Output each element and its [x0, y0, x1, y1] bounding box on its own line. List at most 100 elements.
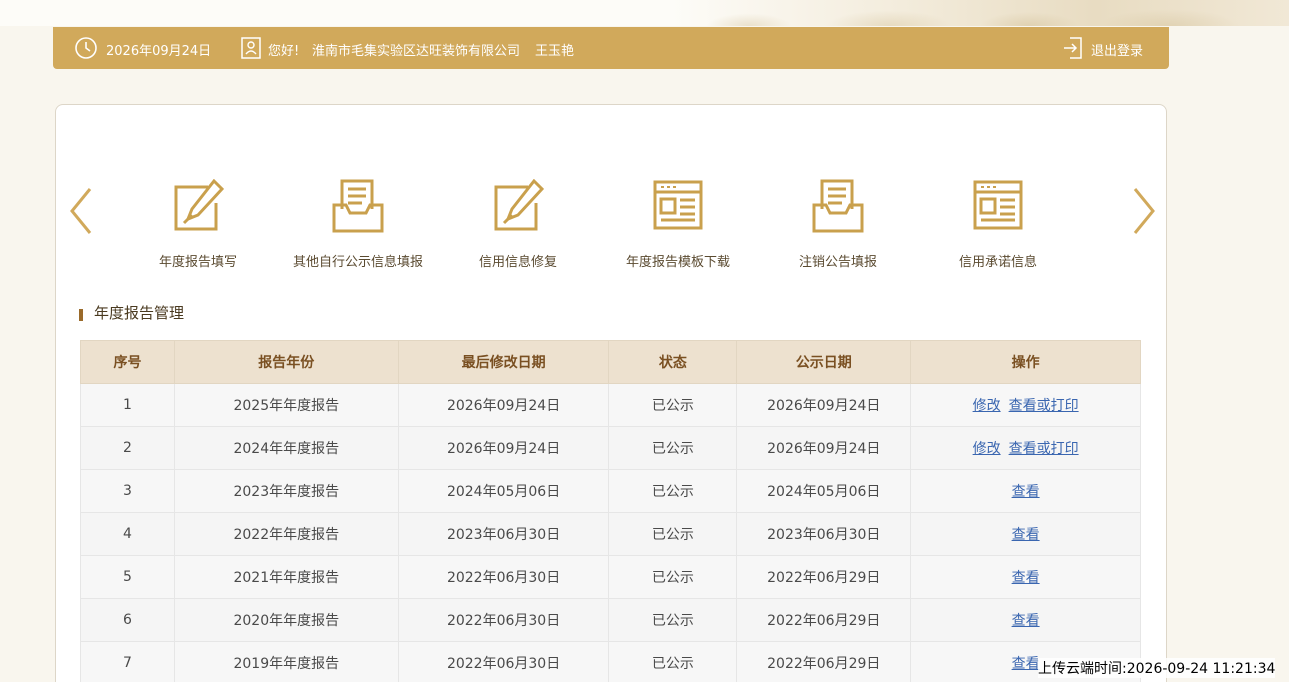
template-icon — [653, 180, 703, 230]
cell-status: 已公示 — [608, 555, 738, 599]
shortcut-credit-commitment[interactable]: 信用承诺信息 — [918, 179, 1078, 279]
table-row: 1 2025年年度报告 2026年09月24日 已公示 2026年09月24日 修改 查看或… — [80, 383, 1141, 427]
view-link[interactable]: 查看 — [1012, 570, 1040, 586]
col-header-no: 序号 — [80, 340, 175, 384]
carousel-next-arrow-icon[interactable] — [1129, 185, 1159, 237]
cell-published: 2026年09月24日 — [736, 426, 912, 470]
cell-status: 已公示 — [608, 469, 738, 513]
table-row: 4 2022年年度报告 2023年06月30日 已公示 2023年06月30日 查看 — [80, 512, 1141, 556]
edit-link[interactable]: 修改 — [973, 398, 1001, 414]
cell-actions: 修改 查看或打印 — [910, 383, 1141, 427]
col-header-status: 状态 — [608, 340, 738, 384]
table-row: 2 2024年年度报告 2026年09月24日 已公示 2026年09月24日 修改 查看或… — [80, 426, 1141, 470]
upload-timestamp: 上传云端时间:2026-09-24 11:21:34 — [1038, 658, 1276, 678]
edit-link[interactable]: 修改 — [973, 441, 1001, 457]
annual-report-table: 序号 报告年份 最后修改日期 状态 公示日期 操作 1 2025年年度报告 2026… — [80, 340, 1141, 682]
edit-icon — [494, 179, 544, 231]
cell-published: 2023年06月30日 — [736, 512, 912, 556]
cell-actions: 查看 — [910, 598, 1141, 642]
cell-modified: 2022年06月30日 — [397, 598, 610, 642]
cell-status: 已公示 — [608, 383, 738, 427]
cell-status: 已公示 — [608, 426, 738, 470]
template-icon — [973, 180, 1023, 230]
col-header-year: 报告年份 — [173, 340, 399, 384]
cell-published: 2022年06月29日 — [736, 641, 912, 682]
cell-year: 2025年年度报告 — [173, 383, 399, 427]
cell-year: 2019年年度报告 — [173, 641, 399, 682]
current-date: 2026年09月24日 — [106, 44, 212, 59]
cell-modified: 2022年06月30日 — [397, 555, 610, 599]
view-link[interactable]: 查看 — [1012, 613, 1040, 629]
cell-no: 3 — [80, 469, 175, 513]
cell-status: 已公示 — [608, 512, 738, 556]
cell-published: 2024年05月06日 — [736, 469, 912, 513]
user-card-icon — [241, 37, 261, 59]
cell-modified: 2026年09月24日 — [397, 383, 610, 427]
section-title-text: 年度报告管理 — [94, 304, 185, 322]
top-header-bar: 2026年09月24日 您好! 淮南市毛集实验区达旺装饰有限公司 王玉艳 退出登… — [53, 27, 1169, 69]
carousel-prev-arrow-icon[interactable] — [66, 185, 96, 237]
section-title: 年度报告管理 — [79, 306, 184, 321]
table-row: 5 2021年年度报告 2022年06月30日 已公示 2022年06月29日 查看 — [80, 555, 1141, 599]
view-link[interactable]: 查看 — [1012, 484, 1040, 500]
shortcut-annual-report-fill[interactable]: 年度报告填写 — [118, 179, 278, 279]
cell-year: 2022年年度报告 — [173, 512, 399, 556]
cell-published: 2022年06月29日 — [736, 598, 912, 642]
view-print-link[interactable]: 查看或打印 — [1009, 441, 1079, 457]
col-header-published: 公示日期 — [736, 340, 912, 384]
col-header-modified: 最后修改日期 — [397, 340, 610, 384]
table-header-row: 序号 报告年份 最后修改日期 状态 公示日期 操作 — [80, 340, 1141, 384]
cell-no: 2 — [80, 426, 175, 470]
shortcut-label: 注销公告填报 — [798, 255, 877, 270]
cell-year: 2020年年度报告 — [173, 598, 399, 642]
cell-modified: 2024年05月06日 — [397, 469, 610, 513]
cell-no: 5 — [80, 555, 175, 599]
cell-published: 2026年09月24日 — [736, 383, 912, 427]
main-panel: 年度报告填写 其他自行公示信息填报 信用信息修复 年度报告模板下载 注销公告填报… — [55, 104, 1167, 682]
clock-icon — [75, 37, 97, 59]
cell-year: 2024年年度报告 — [173, 426, 399, 470]
cell-no: 4 — [80, 512, 175, 556]
cell-modified: 2022年06月30日 — [397, 641, 610, 682]
shortcut-label: 信用信息修复 — [478, 255, 557, 270]
col-header-actions: 操作 — [910, 340, 1141, 384]
table-row: 7 2019年年度报告 2022年06月30日 已公示 2022年06月29日 查看 — [80, 641, 1141, 682]
view-link[interactable]: 查看 — [1012, 656, 1040, 672]
edit-icon — [174, 179, 224, 231]
shortcut-label: 年度报告填写 — [158, 255, 237, 270]
cell-modified: 2023年06月30日 — [397, 512, 610, 556]
cell-no: 1 — [80, 383, 175, 427]
greeting-text: 您好! — [268, 44, 300, 59]
shortcut-credit-repair[interactable]: 信用信息修复 — [438, 179, 598, 279]
cell-actions: 查看 — [910, 512, 1141, 556]
logout-icon[interactable] — [1062, 36, 1084, 60]
shortcut-label: 年度报告模板下载 — [625, 255, 730, 270]
view-link[interactable]: 查看 — [1012, 527, 1040, 543]
cell-no: 6 — [80, 598, 175, 642]
shortcut-label: 其他自行公示信息填报 — [292, 255, 423, 270]
cell-year: 2023年年度报告 — [173, 469, 399, 513]
company-name: 淮南市毛集实验区达旺装饰有限公司 — [312, 44, 521, 59]
cell-actions: 修改 查看或打印 — [910, 426, 1141, 470]
cell-published: 2022年06月29日 — [736, 555, 912, 599]
view-print-link[interactable]: 查看或打印 — [1009, 398, 1079, 414]
logout-link[interactable]: 退出登录 — [1091, 40, 1143, 59]
shortcut-other-disclosure[interactable]: 其他自行公示信息填报 — [278, 179, 438, 279]
shortcut-template-download[interactable]: 年度报告模板下载 — [598, 179, 758, 279]
cell-year: 2021年年度报告 — [173, 555, 399, 599]
cell-actions: 查看 — [910, 469, 1141, 513]
cell-modified: 2026年09月24日 — [397, 426, 610, 470]
cell-status: 已公示 — [608, 598, 738, 642]
cell-no: 7 — [80, 641, 175, 682]
user-name: 王玉艳 — [535, 44, 575, 59]
cell-status: 已公示 — [608, 641, 738, 682]
inbox-icon — [332, 179, 384, 233]
cell-actions: 查看 — [910, 555, 1141, 599]
shortcut-deregistration-notice[interactable]: 注销公告填报 — [758, 179, 918, 279]
inbox-icon — [812, 179, 864, 233]
top-decorative-band — [0, 0, 1289, 26]
landscape-decoration — [669, 0, 1289, 26]
shortcut-label: 信用承诺信息 — [958, 255, 1037, 270]
table-row: 6 2020年年度报告 2022年06月30日 已公示 2022年06月29日 查看 — [80, 598, 1141, 642]
table-row: 3 2023年年度报告 2024年05月06日 已公示 2024年05月06日 查看 — [80, 469, 1141, 513]
